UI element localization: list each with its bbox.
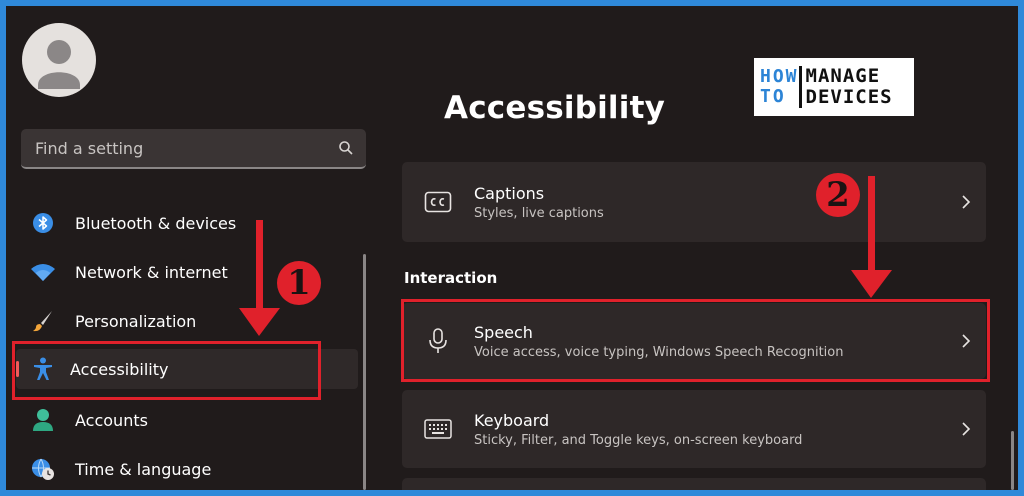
step-badge-1: 1 — [277, 261, 321, 305]
annotation-arrows — [239, 176, 892, 336]
arrow-step-1 — [239, 220, 280, 336]
settings-window: Bluetooth & devices Network & internet P… — [6, 6, 1018, 490]
step-badge-2: 2 — [816, 173, 860, 217]
